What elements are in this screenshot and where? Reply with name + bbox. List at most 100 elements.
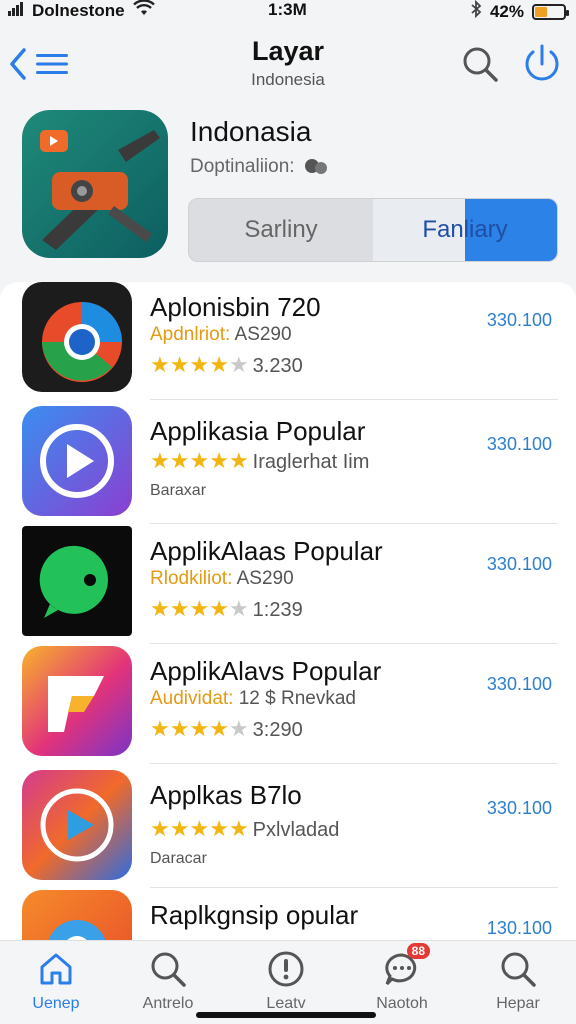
star-icon: ★ — [150, 816, 170, 841]
app-rating: ★★★★★ 3.230 — [150, 354, 303, 378]
star-rating: ★★★★★ — [150, 598, 249, 622]
app-price[interactable]: 130.100 — [487, 918, 552, 939]
list-item[interactable]: Raplkgnsip opular 130.100 — [0, 890, 576, 940]
nav-bar: Layar Indonesia — [0, 30, 576, 100]
app-price[interactable]: 330.100 — [487, 434, 552, 455]
list-item[interactable]: ApplikAlaas Popular Rlodkiliot: AS290 ★★… — [0, 526, 576, 644]
search-icon — [463, 47, 498, 82]
app-rating: ★★★★★ 3:290 — [150, 718, 303, 742]
tab-home[interactable]: Uenep — [6, 949, 106, 1019]
star-rating: ★★★★★ — [150, 818, 249, 842]
rating-text: Pxlvladad — [252, 818, 340, 841]
tab-bar: Uenep Antrelo Leatv 88 Naotoh Hepar — [0, 940, 576, 1024]
app-rating: ★★★★★ Pxlvladad — [150, 818, 339, 842]
list-item[interactable]: Aplonisbin 720 Apdnlriot: AS290 ★★★★★ 3.… — [0, 282, 576, 400]
app-meta: Apdnlriot: AS290 — [150, 324, 292, 346]
divider — [150, 763, 558, 764]
star-icon: ★ — [189, 448, 210, 473]
power-icon — [525, 44, 559, 81]
signal-icon — [8, 1, 24, 21]
star-icon: ★ — [189, 816, 210, 841]
featured-header: Indonasia Doptinaliion: Sarliny Fanliary — [0, 108, 576, 278]
star-icon: ★ — [228, 816, 249, 841]
star-icon: ★ — [150, 596, 170, 621]
star-icon: ★ — [209, 716, 229, 741]
featured-title: Indonasia — [190, 116, 312, 147]
divider — [150, 643, 558, 644]
tab-help[interactable]: Hepar — [468, 949, 568, 1019]
segment-sarliny[interactable]: Sarliny — [189, 199, 373, 261]
star-icon: ★ — [150, 448, 170, 473]
app-meta-right: AS290 — [236, 568, 294, 589]
app-extra: Baraxar — [150, 482, 207, 499]
wifi-icon — [132, 0, 155, 21]
notification-badge: 88 — [406, 943, 430, 959]
segment-fanliary[interactable]: Fanliary — [373, 199, 557, 261]
battery-percent: 42% — [489, 1, 524, 21]
search-icon — [148, 949, 188, 989]
status-bar: Dolnestone 1:3M 42% — [0, 0, 576, 24]
carrier-name: Dolnestone — [32, 0, 125, 20]
battery-icon — [532, 3, 569, 20]
app-icon — [22, 526, 132, 636]
info-icon — [266, 949, 306, 989]
app-name: Raplkgnsip opular — [150, 900, 359, 930]
power-button[interactable] — [520, 42, 564, 86]
app-price[interactable]: 330.100 — [487, 310, 552, 331]
star-icon: ★ — [169, 352, 190, 377]
app-price[interactable]: 330.100 — [487, 554, 552, 575]
list-item[interactable]: ApplikAlavs Popular Audividat: 12 $ Rnev… — [0, 646, 576, 764]
tab-search[interactable]: Antrelo — [118, 949, 218, 1019]
app-name: Applikasia Popular — [150, 416, 366, 446]
star-icon: ★ — [209, 816, 229, 841]
star-rating: ★★★★★ — [150, 354, 249, 378]
star-icon: ★ — [169, 716, 190, 741]
star-icon: ★ — [169, 448, 190, 473]
star-icon: ★ — [228, 596, 249, 621]
tab-messages[interactable]: 88 Naotoh — [352, 943, 452, 1019]
star-icon: ★ — [209, 352, 229, 377]
app-price[interactable]: 330.100 — [487, 674, 552, 695]
app-name: ApplikAlaas Popular — [150, 536, 383, 566]
status-time: 1:3M — [268, 0, 307, 19]
featured-app-icon[interactable] — [22, 110, 168, 258]
app-list: Aplonisbin 720 Apdnlriot: AS290 ★★★★★ 3.… — [0, 282, 576, 940]
tab-label: Leatv — [266, 995, 306, 1012]
app-meta-right: AS290 — [234, 324, 292, 345]
home-indicator — [196, 1012, 376, 1018]
app-name: Applkas B7lo — [150, 780, 302, 810]
tab-info[interactable]: Leatv — [236, 949, 336, 1019]
rating-text: 3.230 — [252, 354, 303, 377]
app-price[interactable]: 330.100 — [487, 798, 552, 819]
star-icon: ★ — [189, 716, 210, 741]
star-rating: ★★★★★ — [150, 450, 249, 474]
app-name: Aplonisbin 720 — [150, 292, 321, 322]
star-icon: ★ — [150, 352, 170, 377]
star-icon: ★ — [228, 716, 249, 741]
star-rating: ★★★★★ — [150, 718, 249, 742]
list-item[interactable]: Applikasia Popular ★★★★★ Iraglerhat Iim … — [0, 406, 576, 524]
rating-text: 3:290 — [252, 718, 303, 741]
star-icon: ★ — [169, 596, 190, 621]
divider — [150, 399, 558, 400]
app-meta-right: 12 $ Rnevkad — [238, 688, 356, 709]
search-button[interactable] — [460, 44, 500, 84]
divider — [150, 887, 558, 888]
rating-text: Iraglerhat Iim — [252, 450, 370, 473]
star-icon: ★ — [228, 448, 249, 473]
featured-subtitle: Doptinaliion: — [190, 156, 329, 178]
star-icon: ★ — [228, 352, 249, 377]
app-icon — [22, 646, 132, 756]
divider — [150, 523, 558, 524]
list-item[interactable]: Applkas B7lo ★★★★★ Pxlvladad Daracar 330… — [0, 770, 576, 888]
tab-label: Naotoh — [376, 995, 428, 1012]
featured-subtitle-text: Doptinaliion: — [190, 156, 295, 177]
segmented-control: Sarliny Fanliary — [188, 198, 558, 262]
home-icon — [36, 949, 76, 989]
tab-label: Antrelo — [142, 995, 194, 1012]
app-rating: ★★★★★ Iraglerhat Iim — [150, 450, 369, 474]
app-meta-left: Apdnlriot: — [150, 324, 231, 345]
bluetooth-icon — [470, 0, 482, 23]
app-meta: Rlodkiliot: AS290 — [150, 568, 294, 590]
star-icon: ★ — [169, 816, 190, 841]
